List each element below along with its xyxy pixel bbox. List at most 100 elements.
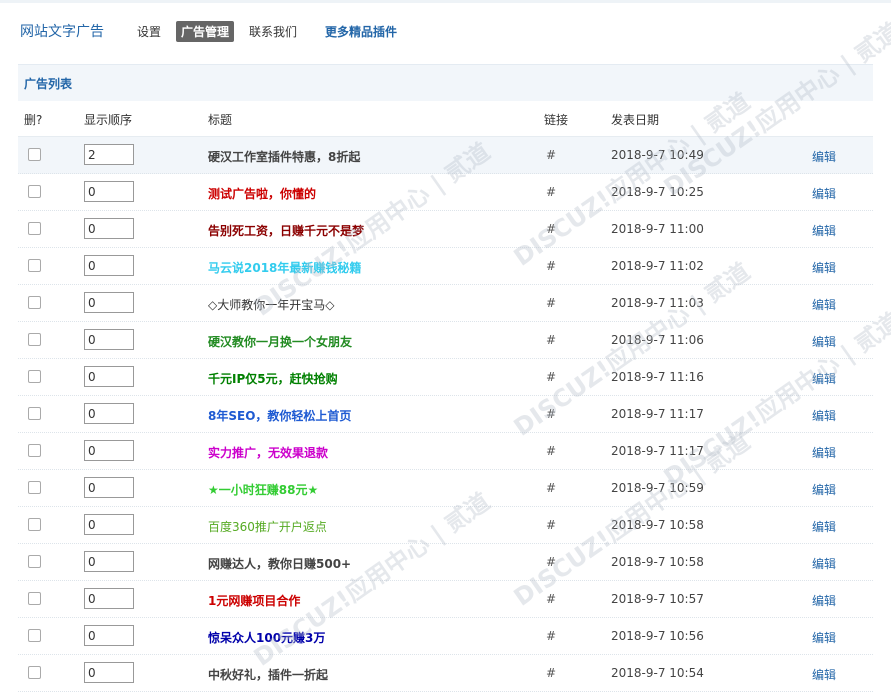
ad-title[interactable]: 网赚达人，教你日赚500+ — [208, 555, 351, 572]
section-title: 广告列表 — [24, 77, 73, 91]
ad-link[interactable]: # — [546, 296, 556, 310]
ad-date: 2018-9-7 10:59 — [611, 481, 704, 495]
ad-link[interactable]: # — [546, 259, 556, 273]
ad-title[interactable]: 百度360推广开户返点 — [208, 518, 327, 535]
delete-checkbox[interactable] — [28, 370, 41, 383]
edit-link[interactable]: 编辑 — [812, 148, 836, 165]
delete-checkbox[interactable] — [28, 666, 41, 679]
header: 网站文字广告 设置 广告管理 联系我们 更多精品插件 — [20, 20, 412, 42]
delete-checkbox[interactable] — [28, 555, 41, 568]
ad-title[interactable]: 千元IP仅5元，赶快抢购 — [208, 370, 338, 387]
edit-link[interactable]: 编辑 — [812, 481, 836, 498]
order-input[interactable] — [84, 588, 134, 609]
ad-title[interactable]: 硬汉教你一月换一个女朋友 — [208, 333, 352, 350]
order-input[interactable] — [84, 218, 134, 239]
ad-link[interactable]: # — [546, 629, 556, 643]
order-input[interactable] — [84, 181, 134, 202]
order-input[interactable] — [84, 662, 134, 683]
col-delete: 删? — [24, 113, 43, 127]
delete-checkbox[interactable] — [28, 629, 41, 642]
ad-title[interactable]: 马云说2018年最新赚钱秘籍 — [208, 259, 361, 276]
ad-link[interactable]: # — [546, 555, 556, 569]
delete-checkbox[interactable] — [28, 185, 41, 198]
ad-date: 2018-9-7 11:00 — [611, 222, 704, 236]
order-input[interactable] — [84, 625, 134, 646]
edit-link[interactable]: 编辑 — [812, 333, 836, 350]
order-input[interactable] — [84, 366, 134, 387]
ad-link[interactable]: # — [546, 222, 556, 236]
edit-link[interactable]: 编辑 — [812, 518, 836, 535]
edit-link[interactable]: 编辑 — [812, 666, 836, 683]
delete-checkbox[interactable] — [28, 592, 41, 605]
nav-item-ad-management[interactable]: 广告管理 — [176, 20, 235, 42]
ad-title[interactable]: 1元网赚项目合作 — [208, 592, 300, 609]
ad-date: 2018-9-7 11:02 — [611, 259, 704, 273]
table-row: 1元网赚项目合作 #2018-9-7 10:57 编辑 — [18, 581, 873, 618]
table-row: 硬汉工作室插件特惠，8折起 #2018-9-7 10:49 编辑 — [18, 137, 873, 174]
ad-title[interactable]: 告别死工资，日赚千元不是梦 — [208, 222, 364, 239]
ad-link[interactable]: # — [546, 370, 556, 384]
order-input[interactable] — [84, 329, 134, 350]
order-input[interactable] — [84, 292, 134, 313]
table-row: 网赚达人，教你日赚500+ #2018-9-7 10:58 编辑 — [18, 544, 873, 581]
order-input[interactable] — [84, 551, 134, 572]
order-input[interactable] — [84, 144, 134, 165]
delete-checkbox[interactable] — [28, 296, 41, 309]
ad-date: 2018-9-7 10:25 — [611, 185, 704, 199]
edit-link[interactable]: 编辑 — [812, 629, 836, 646]
order-input[interactable] — [84, 514, 134, 535]
app-title: 网站文字广告 — [20, 24, 104, 40]
delete-checkbox[interactable] — [28, 333, 41, 346]
order-input[interactable] — [84, 403, 134, 424]
ad-title[interactable]: 硬汉工作室插件特惠，8折起 — [208, 148, 360, 165]
edit-link[interactable]: 编辑 — [812, 555, 836, 572]
delete-checkbox[interactable] — [28, 444, 41, 457]
more-plugins-link[interactable]: 更多精品插件 — [320, 21, 402, 42]
ad-date: 2018-9-7 10:54 — [611, 666, 704, 680]
ad-date: 2018-9-7 11:17 — [611, 444, 704, 458]
delete-checkbox[interactable] — [28, 407, 41, 420]
delete-checkbox[interactable] — [28, 148, 41, 161]
ad-date: 2018-9-7 10:58 — [611, 518, 704, 532]
ad-title[interactable]: 实力推广，无效果退款 — [208, 444, 328, 461]
edit-link[interactable]: 编辑 — [812, 592, 836, 609]
ad-link[interactable]: # — [546, 185, 556, 199]
edit-link[interactable]: 编辑 — [812, 185, 836, 202]
order-input[interactable] — [84, 477, 134, 498]
ad-link[interactable]: # — [546, 518, 556, 532]
ad-title[interactable]: 惊呆众人100元赚3万 — [208, 629, 325, 646]
table-row: 惊呆众人100元赚3万 #2018-9-7 10:56 编辑 — [18, 618, 873, 655]
ad-title[interactable]: 8年SEO，教你轻松上首页 — [208, 407, 351, 424]
col-date: 发表日期 — [611, 113, 660, 127]
col-order: 显示顺序 — [84, 113, 133, 127]
ad-link[interactable]: # — [546, 481, 556, 495]
order-input[interactable] — [84, 440, 134, 461]
edit-link[interactable]: 编辑 — [812, 407, 836, 424]
order-input[interactable] — [84, 255, 134, 276]
ad-link[interactable]: # — [546, 407, 556, 421]
ad-title[interactable]: 中秋好礼，插件一折起 — [208, 666, 328, 683]
ad-title[interactable]: ★一小时狂赚88元★ — [208, 481, 318, 498]
edit-link[interactable]: 编辑 — [812, 296, 836, 313]
edit-link[interactable]: 编辑 — [812, 222, 836, 239]
delete-checkbox[interactable] — [28, 222, 41, 235]
ad-title[interactable]: 测试广告啦，你懂的 — [208, 185, 316, 202]
delete-checkbox[interactable] — [28, 518, 41, 531]
ad-link[interactable]: # — [546, 148, 556, 162]
table-row: 马云说2018年最新赚钱秘籍 #2018-9-7 11:02 编辑 — [18, 248, 873, 285]
edit-link[interactable]: 编辑 — [812, 370, 836, 387]
table-row: ★一小时狂赚88元★ #2018-9-7 10:59 编辑 — [18, 470, 873, 507]
edit-link[interactable]: 编辑 — [812, 444, 836, 461]
ad-link[interactable]: # — [546, 592, 556, 606]
col-link: 链接 — [544, 113, 569, 127]
ad-link[interactable]: # — [546, 333, 556, 347]
ad-link[interactable]: # — [546, 666, 556, 680]
ad-table: 删? 显示顺序 标题 链接 发表日期 硬汉工作室插件特惠，8折起 #2018-9-… — [18, 100, 873, 692]
nav-item-contact[interactable]: 联系我们 — [244, 21, 302, 42]
ad-link[interactable]: # — [546, 444, 556, 458]
edit-link[interactable]: 编辑 — [812, 259, 836, 276]
nav-item-settings[interactable]: 设置 — [132, 21, 166, 42]
ad-title[interactable]: ◇大师教你一年开宝马◇ — [208, 296, 334, 313]
delete-checkbox[interactable] — [28, 481, 41, 494]
delete-checkbox[interactable] — [28, 259, 41, 272]
